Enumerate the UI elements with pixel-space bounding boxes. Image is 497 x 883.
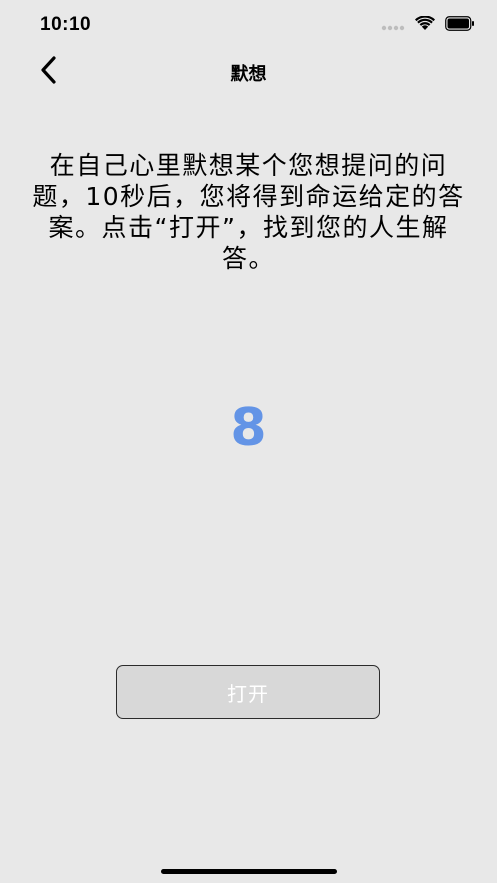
status-icons [381,15,475,35]
page-title: 默想 [230,64,267,85]
cellular-dots-icon [381,16,405,35]
status-bar: 10:10 [0,0,497,50]
home-indicator[interactable] [161,869,337,874]
open-button[interactable]: 打开 [116,665,380,719]
battery-icon [445,16,475,35]
wifi-icon [415,15,435,35]
navigation-bar: 默想 [0,50,497,94]
countdown-number: 8 [230,398,267,458]
status-time: 10:10 [40,14,92,35]
instructions-text: 在自己心里默想某个您想提问的问题，10秒后，您将得到命运给定的答案。点击“打开”… [32,151,465,273]
